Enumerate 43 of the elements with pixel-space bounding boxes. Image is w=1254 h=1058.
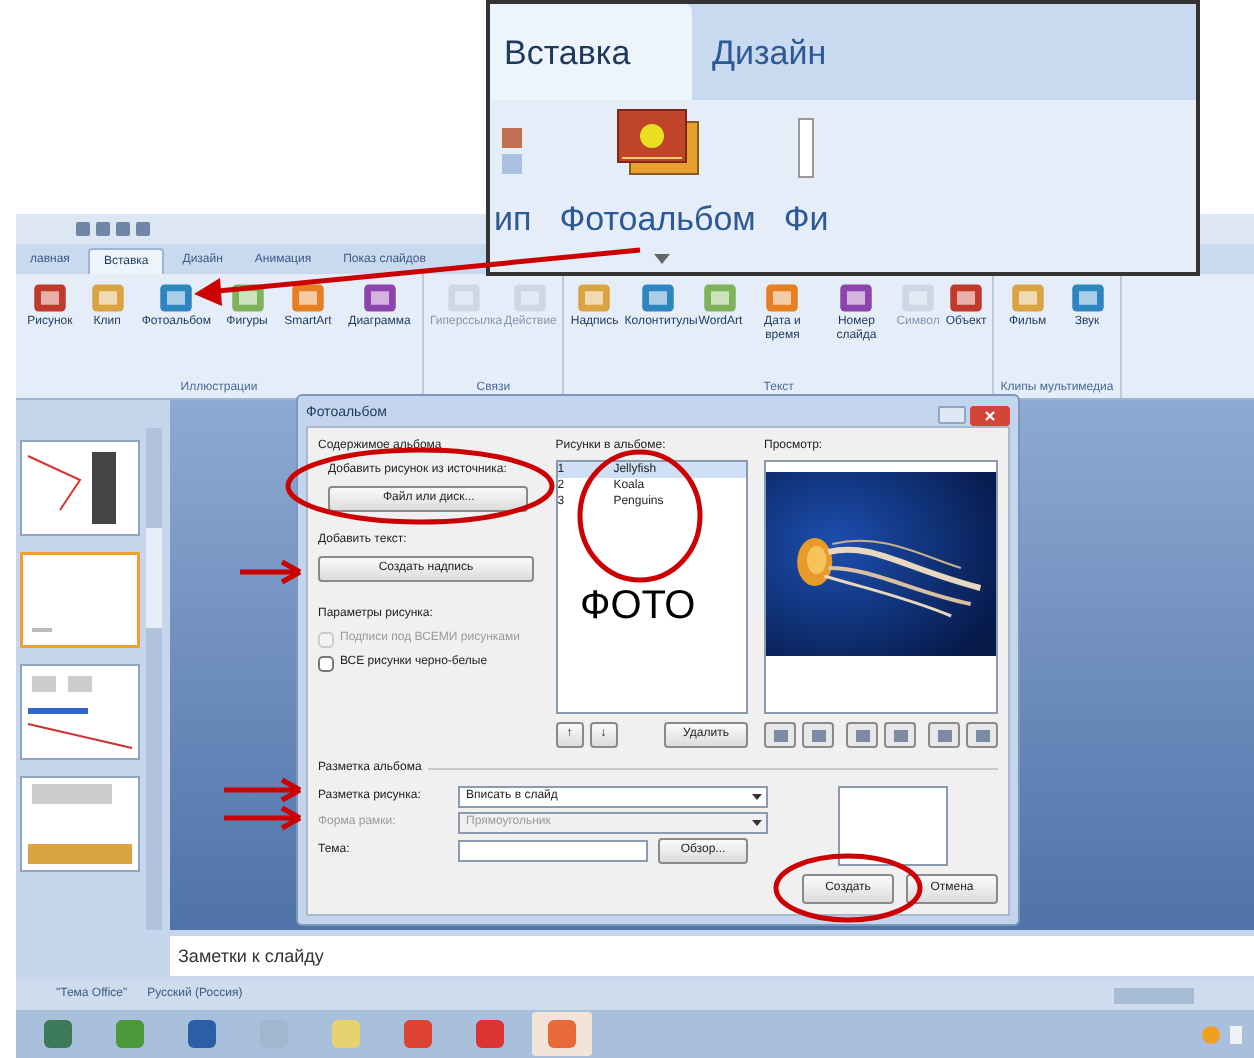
tile-icon[interactable] bbox=[640, 280, 677, 316]
tile-icon[interactable] bbox=[89, 280, 126, 316]
slide-thumbnail[interactable] bbox=[20, 664, 140, 760]
tool-button[interactable] bbox=[802, 722, 834, 748]
photo-album-icon[interactable] bbox=[613, 105, 702, 177]
tile-icon[interactable] bbox=[702, 280, 739, 316]
help-button[interactable] bbox=[938, 406, 966, 424]
tile-icon[interactable] bbox=[1069, 280, 1106, 316]
ribbon-button-label[interactable]: ип bbox=[494, 193, 532, 244]
input-field[interactable] bbox=[458, 840, 648, 862]
scrollbar[interactable] bbox=[146, 428, 162, 930]
tile-icon[interactable] bbox=[764, 280, 801, 316]
ribbon-tab[interactable]: Вставка bbox=[490, 4, 692, 100]
checkbox[interactable] bbox=[318, 655, 334, 671]
tool-button[interactable] bbox=[846, 722, 878, 748]
tool-button[interactable] bbox=[884, 722, 916, 748]
shape-icon[interactable] bbox=[798, 117, 815, 177]
tool-button[interactable] bbox=[764, 722, 796, 748]
tile-icon[interactable] bbox=[289, 280, 326, 316]
annotation-arrow bbox=[240, 559, 303, 585]
tile-icon[interactable] bbox=[157, 280, 194, 316]
slide-thumbnail[interactable] bbox=[20, 440, 140, 536]
close-icon[interactable] bbox=[970, 405, 1010, 425]
tile-icon[interactable] bbox=[1009, 280, 1046, 316]
notes-field[interactable]: Заметки к слайду bbox=[170, 936, 1254, 976]
tool-button[interactable] bbox=[928, 722, 960, 748]
ribbon-button-label[interactable]: Фи bbox=[783, 193, 829, 244]
tile-icon[interactable] bbox=[948, 280, 985, 316]
ribbon-button-label[interactable]: Фотоальбом bbox=[559, 193, 756, 244]
layout-preview bbox=[838, 786, 948, 866]
tile-icon[interactable] bbox=[838, 280, 875, 316]
tool-button[interactable] bbox=[966, 722, 998, 748]
taskbar-button[interactable] bbox=[532, 1012, 592, 1056]
tile-icon[interactable] bbox=[576, 280, 613, 316]
slide-thumbnail[interactable] bbox=[20, 552, 140, 648]
tile-icon[interactable] bbox=[31, 280, 68, 316]
annotation-label: ФОТО bbox=[580, 582, 696, 630]
tile-icon[interactable] bbox=[361, 280, 398, 316]
slide-thumbnail[interactable] bbox=[20, 776, 140, 872]
ribbon-tab[interactable]: Дизайн bbox=[692, 4, 847, 100]
annotation-arrow bbox=[224, 777, 303, 803]
annotation-ellipse bbox=[577, 449, 703, 583]
annotation-arrow bbox=[224, 805, 303, 831]
